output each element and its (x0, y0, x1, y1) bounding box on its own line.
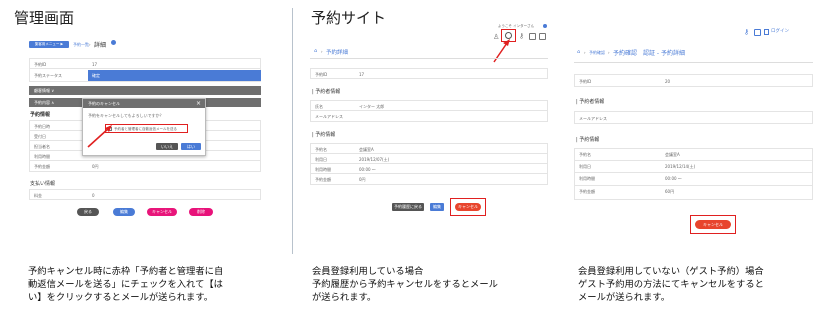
table-row: 利用時間 00:00 〜 (311, 164, 547, 174)
key-icon[interactable]: ⚷ (519, 32, 524, 40)
arrow-icon (87, 125, 112, 148)
admin-heading: 管理画面 (14, 9, 75, 27)
divider (292, 8, 293, 254)
table-row: 予約金額 0円 (315, 177, 366, 182)
auto-mail-label: 予約者と管理者に自動返信メールを送る (114, 127, 177, 131)
menu-tag[interactable]: 集客用メニュー ▶ (29, 41, 69, 48)
home-icon[interactable]: ⌂ (577, 50, 580, 55)
key-icon[interactable]: ⚷ (744, 28, 749, 36)
table-row: 予約ID 20 (579, 79, 671, 84)
breadcrumb-sep: › (89, 42, 91, 47)
sub-payment: 支払い情報 (30, 181, 56, 187)
table-row: 予約金額 0円 (34, 164, 99, 169)
modal-title: 予約のキャンセル (83, 99, 205, 108)
table-row: 利用日 2019/12/14(土) (575, 161, 812, 173)
member-caption: 会員登録利用している場合 予約履歴から予約キャンセルをするとメール が送られます… (312, 266, 498, 303)
cancel-button[interactable]: キャンセル (147, 208, 177, 216)
breadcrumb: ⌂ › 予約詳細 (310, 47, 548, 59)
table-row: 氏名 インター 太郎 (311, 101, 547, 111)
login-icon[interactable] (764, 29, 769, 35)
document-icon[interactable] (754, 29, 761, 36)
admin-screenshot: 集客用メニュー ▶ 予約一覧 › 詳細 予約ID 17 予約ステータス 確定 顧… (27, 38, 263, 222)
sub-reservation: | 予約情報 (312, 132, 336, 138)
sub-reservation: 予約情報 (30, 112, 51, 118)
table-row: 料金 0 (34, 193, 95, 198)
table-row: メールアドレス (579, 116, 607, 121)
guest-caption: 会員登録利用していない（ゲスト予約）場合 ゲスト予約用の方法にてキャンセルをする… (578, 266, 764, 303)
cancel-highlight: キャンセル (690, 215, 736, 234)
edit-button[interactable]: 編集 (430, 203, 444, 211)
close-icon[interactable]: × (196, 100, 201, 107)
table-row: 予約ID 17 (315, 72, 365, 77)
cancel-highlight: キャンセル (450, 198, 486, 216)
breadcrumb-link[interactable]: 予約確認 (589, 50, 605, 55)
admin-caption: 予約キャンセル時に赤枠「予約者と管理者に自 動返信メールを送る」にチェックを入れ… (28, 266, 224, 303)
help-icon[interactable] (111, 40, 116, 45)
sub-person: | 予約者情報 (312, 89, 341, 95)
modal-no-button[interactable]: いいえ (156, 143, 178, 150)
breadcrumb-link[interactable]: 予約一覧 (73, 42, 89, 47)
home-icon[interactable]: ⌂ (314, 49, 317, 54)
table-row: 予約金額 60円 (579, 189, 675, 194)
table-row: 予約名 会議室A (575, 149, 812, 161)
table-row: 予約ステータス 確定 (30, 70, 261, 81)
auto-mail-checkbox-highlight[interactable]: 予約者と管理者に自動返信メールを送る (105, 124, 188, 133)
table-row: メールアドレス (315, 114, 343, 119)
logout-icon[interactable] (539, 33, 546, 40)
cancel-button[interactable]: キャンセル (455, 203, 481, 211)
sub-person: | 予約者情報 (576, 99, 605, 105)
table-row: 利用時間 00:00 〜 (575, 173, 812, 186)
modal-yes-button[interactable]: はい (181, 143, 201, 150)
breadcrumb: ⌂ › 予約確認 › 予約確認 認証 - 予約詳細 (574, 43, 813, 63)
back-button[interactable]: 戻る (77, 208, 99, 216)
help-icon[interactable] (543, 24, 547, 28)
breadcrumb-current: 詳細 (94, 42, 107, 49)
page-title: 予約詳細 (326, 50, 349, 56)
table-row: 利用日 2019/12/07(土) (311, 154, 547, 164)
modal-question: 予約をキャンセルしてもよろしいですか？ (88, 113, 164, 118)
sub-reservation: | 予約情報 (576, 137, 600, 143)
guest-site-screenshot: ⚷ ログイン ⌂ › 予約確認 › 予約確認 認証 - 予約詳細 予約ID 20… (568, 26, 813, 241)
history-back-button[interactable]: 予約履歴に戻る (392, 203, 424, 211)
login-link[interactable]: ログイン (771, 29, 789, 34)
table-row: 予約ID 17 (30, 59, 260, 69)
edit-button[interactable]: 編集 (113, 208, 135, 216)
cancel-button[interactable]: キャンセル (695, 220, 731, 229)
delete-button[interactable]: 削除 (189, 208, 213, 216)
page-title: 予約確認 認証 - 予約詳細 (613, 50, 685, 57)
table-row: 予約名 会議室A (311, 144, 547, 154)
section-customer[interactable]: 顧客情報 ∨ (29, 86, 261, 95)
member-site-screenshot: ようこそ インターさん ♙ ⚷ ⌂ › 予約詳細 予約ID 17 | 予約者情報… (310, 24, 550, 220)
document-icon[interactable] (529, 33, 536, 40)
